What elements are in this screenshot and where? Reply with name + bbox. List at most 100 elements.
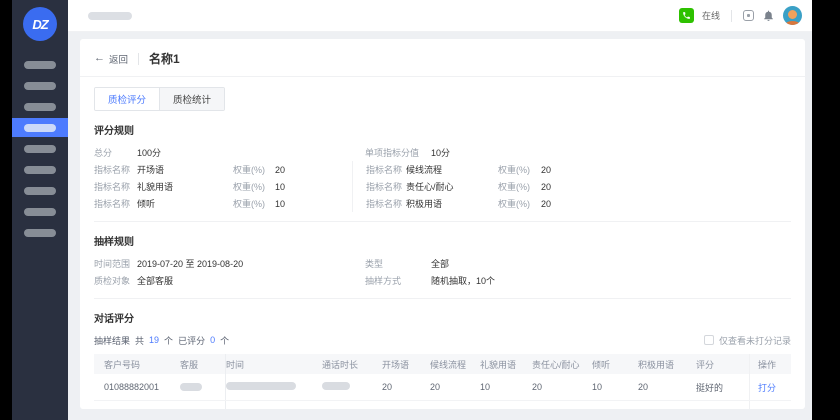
indicator-row: 指标名称 礼貌用语 权重(%) 10 — [94, 178, 352, 195]
bell-icon[interactable] — [762, 9, 775, 22]
sidebar-item-active[interactable] — [12, 118, 68, 137]
header-divider — [138, 53, 139, 65]
method-value: 随机抽取，10个 — [431, 274, 495, 287]
unscored-filter-checkbox[interactable] — [704, 335, 714, 345]
dialog-scoring-section: 对话评分 抽样结果 共 19 个 已评分 0 个 仅查看未打分记录 — [80, 310, 805, 409]
sidebar-item[interactable] — [12, 139, 68, 158]
indicator-name: 礼貌用语 — [137, 180, 233, 193]
nav-label-placeholder — [24, 187, 56, 195]
total-score-value: 100分 — [137, 146, 161, 159]
app-logo[interactable]: DZ — [23, 7, 57, 41]
nav-label-placeholder — [24, 145, 56, 153]
indicator-row: 指标名称 开场语 权重(%) 20 — [94, 161, 352, 178]
nav-label-placeholder — [24, 61, 56, 69]
section-heading: 对话评分 — [94, 310, 791, 325]
indicator-name: 积极用语 — [406, 197, 498, 210]
indicator-weight: 20 — [275, 165, 285, 175]
tab-quality-score[interactable]: 质检评分 — [95, 88, 159, 110]
sidebar-item[interactable] — [12, 76, 68, 95]
phone-icon — [682, 11, 691, 20]
topbar-actions: 在线 — [679, 6, 802, 25]
sidebar-item[interactable] — [12, 223, 68, 242]
totals-row: 总分 100分 单项指标分值 10分 — [94, 144, 791, 161]
rating-cell: 未评价 — [696, 408, 746, 410]
target-value: 全部客服 — [137, 274, 173, 287]
agent-placeholder — [180, 383, 202, 391]
detail-card: ← 返回 名称1 质检评分 质检统计 评分规则 总分 100分 — [80, 39, 805, 409]
time-cell — [226, 382, 322, 392]
section-heading: 抽样规则 — [94, 233, 791, 248]
topbar-divider — [731, 10, 732, 22]
indicator-grid: 指标名称 开场语 权重(%) 20 指标名称 礼貌用语 权重(%) 10 — [94, 161, 791, 212]
score-cell: 20 — [382, 382, 430, 392]
sidebar-item[interactable] — [12, 181, 68, 200]
scoring-rules-section: 评分规则 总分 100分 单项指标分值 10分 指标名称 — [80, 122, 805, 212]
scored-count: 0 — [210, 335, 215, 345]
scoring-table: 客户号码 客服 时间 通话时长 开场语 候线流程 礼貌用语 责任心/耐心 倾听 … — [94, 354, 791, 409]
sidebar-nav — [12, 55, 68, 242]
indicator-name: 责任心/耐心 — [406, 180, 498, 193]
table-row: 01088882002 未评分 未评分 未评分 未评分 未评分 未评分 未评价 … — [94, 401, 791, 409]
nav-label-placeholder — [24, 208, 56, 216]
sidebar: DZ — [12, 0, 68, 420]
score-cell: 20 — [638, 382, 696, 392]
agent-cell — [180, 374, 226, 400]
sidebar-item[interactable] — [12, 202, 68, 221]
score-cell: 10 — [592, 382, 638, 392]
indicator-row: 指标名称 责任心/耐心 权重(%) 20 — [366, 178, 791, 195]
back-arrow-icon: ← — [94, 53, 105, 64]
score-action-link[interactable]: 打分 — [758, 408, 776, 410]
indicator-row: 指标名称 候线流程 权重(%) 20 — [366, 161, 791, 178]
topbar: 在线 — [68, 0, 812, 32]
call-status-button[interactable] — [679, 8, 694, 23]
time-placeholder — [226, 382, 296, 390]
back-button[interactable]: ← 返回 — [94, 52, 128, 66]
tab-quality-stats[interactable]: 质检统计 — [159, 88, 224, 110]
main-content: ← 返回 名称1 质检评分 质检统计 评分规则 总分 100分 — [68, 32, 812, 420]
table-header-row: 客户号码 客服 时间 通话时长 开场语 候线流程 礼貌用语 责任心/耐心 倾听 … — [94, 354, 791, 374]
indicator-row: 指标名称 积极用语 权重(%) 20 — [366, 195, 791, 212]
indicator-name: 倾听 — [137, 197, 233, 210]
score-cell: 20 — [430, 382, 480, 392]
unscored-filter[interactable]: 仅查看未打分记录 — [704, 334, 791, 347]
table-row: 01088882001 20 20 10 20 10 20 挺好的 打分 — [94, 374, 791, 401]
nav-label-placeholder — [24, 166, 56, 174]
item-score-label: 单项指标分值 — [365, 146, 431, 159]
indicator-name: 候线流程 — [406, 163, 498, 176]
back-label: 返回 — [109, 52, 128, 66]
method-label: 抽样方式 — [365, 274, 431, 287]
score-cell: 10 — [480, 382, 532, 392]
item-score-value: 10分 — [431, 146, 450, 159]
workbench-icon[interactable] — [743, 10, 754, 21]
indicator-weight: 20 — [541, 165, 551, 175]
app-window: DZ 在线 — [12, 0, 812, 420]
type-value: 全部 — [431, 257, 449, 270]
total-count: 19 — [149, 335, 159, 345]
nav-label-placeholder — [24, 103, 56, 111]
unscored-filter-label: 仅查看未打分记录 — [719, 334, 791, 347]
sidebar-item[interactable] — [12, 160, 68, 179]
score-action-link[interactable]: 打分 — [758, 381, 776, 394]
tab-bar: 质检评分 质检统计 — [94, 87, 225, 111]
score-cell: 20 — [532, 382, 592, 392]
time-range-label: 时间范围 — [94, 257, 137, 270]
indicator-row: 指标名称 倾听 权重(%) 10 — [94, 195, 352, 212]
score-cell: 未评分 — [532, 408, 592, 410]
score-cell: 未评分 — [480, 408, 532, 410]
sidebar-item[interactable] — [12, 97, 68, 116]
indicator-weight: 10 — [275, 199, 285, 209]
section-heading: 评分规则 — [94, 122, 791, 137]
score-cell: 未评分 — [382, 408, 430, 410]
duration-cell — [322, 382, 382, 392]
agent-cell — [180, 401, 226, 409]
avatar[interactable] — [783, 6, 802, 25]
sidebar-item[interactable] — [12, 55, 68, 74]
score-cell: 未评分 — [592, 408, 638, 410]
total-score-label: 总分 — [94, 146, 137, 159]
indicator-weight: 20 — [541, 182, 551, 192]
indicator-weight: 10 — [275, 182, 285, 192]
page-title: 名称1 — [149, 50, 180, 67]
status-label: 在线 — [702, 9, 720, 22]
nav-label-placeholder — [24, 82, 56, 90]
customer-number: 01088882001 — [94, 382, 180, 392]
